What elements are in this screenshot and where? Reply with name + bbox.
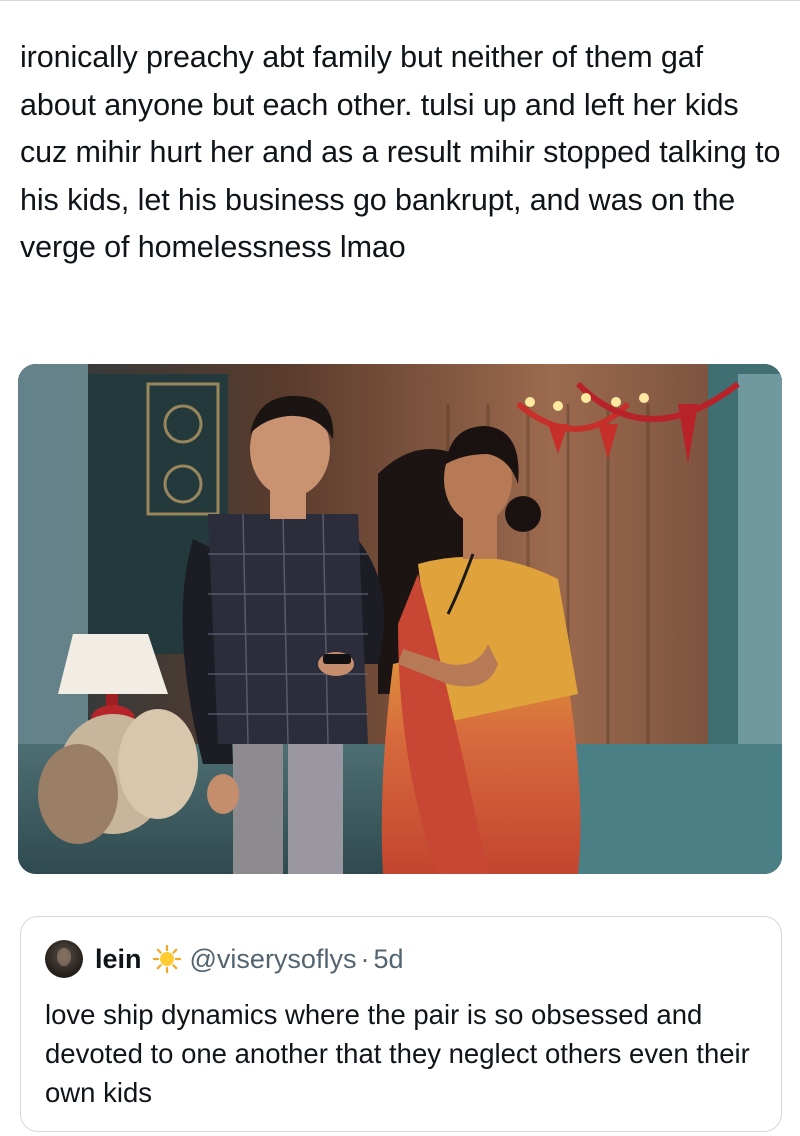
quoted-tweet-text: love ship dynamics where the pair is so … (45, 999, 750, 1108)
timestamp[interactable]: 5d (373, 944, 403, 975)
separator-dot: · (360, 943, 370, 974)
display-name[interactable]: lein (95, 944, 142, 975)
quoted-tweet[interactable]: lein @viserysoflys · 5d love ship dynami… (20, 916, 782, 1132)
sun-icon (152, 944, 182, 974)
handle[interactable]: @viserysoflys (190, 944, 357, 975)
tweet-text: ironically preachy abt family but neithe… (20, 40, 789, 264)
top-divider (0, 0, 800, 1)
tweet-media-image[interactable] (18, 364, 782, 874)
scene-illustration (18, 364, 782, 874)
avatar[interactable] (45, 940, 83, 978)
quoted-tweet-header: lein @viserysoflys · 5d (45, 940, 404, 978)
